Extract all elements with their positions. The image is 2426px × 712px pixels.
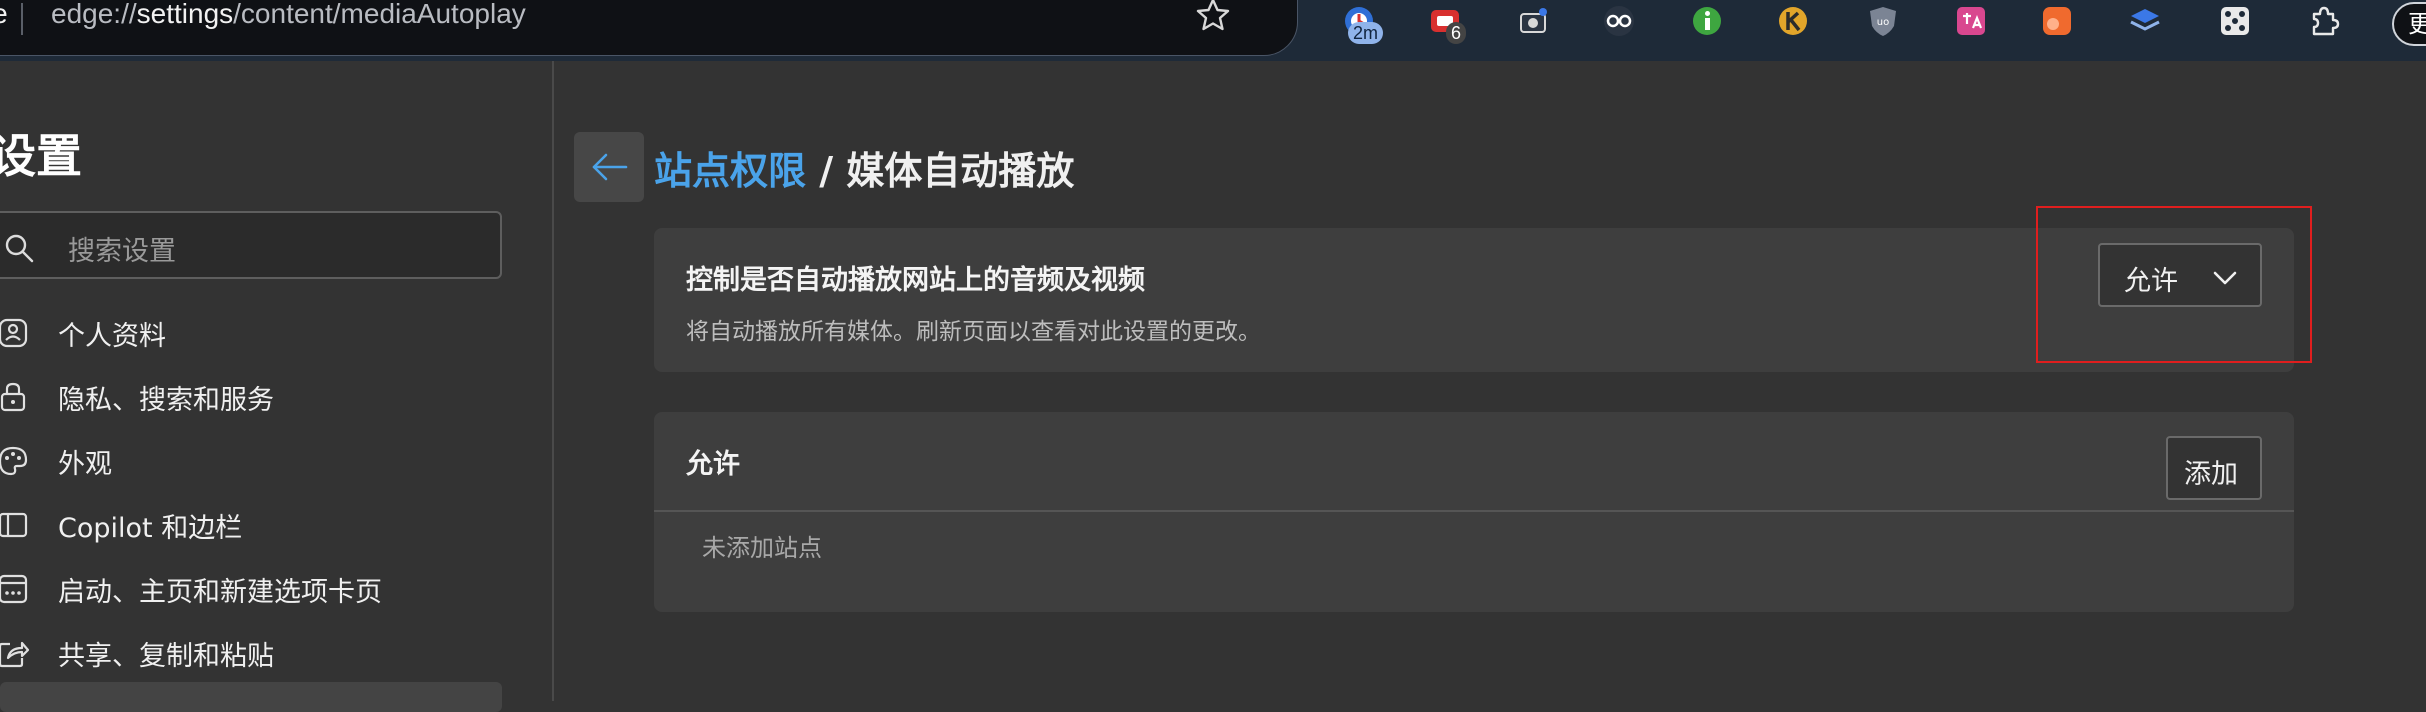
sidebar-item-label: 共享、复制和粘贴 xyxy=(58,641,274,672)
url-scheme: edge:// xyxy=(51,0,137,29)
lock-icon xyxy=(0,382,26,412)
share-icon xyxy=(0,641,30,668)
profile-icon xyxy=(0,318,28,348)
sidebar-item-copilot[interactable]: Copilot 和边栏 xyxy=(0,496,500,552)
orange-extension-icon[interactable] xyxy=(2040,4,2074,38)
allow-section-title: 允许 xyxy=(686,449,740,480)
ublock-extension-icon[interactable]: uo xyxy=(1866,4,1900,38)
svg-text:uo: uo xyxy=(1877,17,1889,28)
search-settings-input[interactable]: 搜索设置 xyxy=(0,211,502,279)
sidebar-item-startup[interactable]: 启动、主页和新建选项卡页 xyxy=(0,560,500,616)
translate-extension-icon[interactable] xyxy=(1954,4,1988,38)
startup-icon xyxy=(0,574,28,604)
breadcrumb: 站点权限 / 媒体自动播放 xyxy=(654,140,1074,195)
sidebar-item-privacy[interactable]: 隐私、搜索和服务 xyxy=(0,368,500,424)
back-button[interactable] xyxy=(574,132,644,202)
url-host: settings xyxy=(136,0,234,29)
breadcrumb-separator: / xyxy=(806,149,847,193)
empty-list-text: 未添加站点 xyxy=(702,534,822,562)
browser-name-label: dge xyxy=(0,0,8,30)
yellow-k-extension-icon[interactable] xyxy=(1776,4,1810,38)
breadcrumb-site-permissions-link[interactable]: 站点权限 xyxy=(654,149,806,193)
sidebar-item-share[interactable]: 共享、复制和粘贴 xyxy=(0,624,500,680)
sidebar-item-label: 启动、主页和新建选项卡页 xyxy=(58,577,382,608)
sidebar-item-appearance[interactable]: 外观 xyxy=(0,432,500,488)
section-divider xyxy=(654,510,2294,512)
page-title: 媒体自动播放 xyxy=(846,149,1075,193)
timer-extension-icon[interactable]: 2m xyxy=(1342,4,1384,44)
browser-toolbar: dge edge://settings/content/mediaAutopla… xyxy=(0,0,2426,61)
back-arrow-icon xyxy=(592,153,628,181)
address-bar[interactable]: dge edge://settings/content/mediaAutopla… xyxy=(0,0,1298,56)
settings-title: 设置 xyxy=(0,129,82,183)
red-extension-icon[interactable]: 6 xyxy=(1428,4,1467,44)
favorite-star-icon[interactable] xyxy=(1193,0,1233,35)
annotation-highlight-box xyxy=(2036,206,2312,363)
extension-badge: 2m xyxy=(1348,22,1384,44)
green-info-extension-icon[interactable] xyxy=(1690,4,1724,38)
puzzle-extension-icon[interactable] xyxy=(2306,4,2340,38)
sidebar-item-label: 外观 xyxy=(58,449,112,480)
dice-extension-icon[interactable] xyxy=(2218,4,2252,38)
palette-icon xyxy=(0,446,28,476)
sidebar-item-label: 隐私、搜索和服务 xyxy=(58,385,274,416)
sidebar-divider xyxy=(552,61,554,701)
sidebar-item-profile[interactable]: 个人资料 xyxy=(0,304,500,360)
sidebar-item-label: Copilot 和边栏 xyxy=(58,513,243,544)
extension-badge: 6 xyxy=(1446,22,1467,44)
setting-title: 控制是否自动播放网站上的音频及视频 xyxy=(686,265,1145,296)
sidebar-icon xyxy=(0,512,28,538)
search-icon xyxy=(5,234,34,263)
camera-extension-icon[interactable] xyxy=(1516,4,1550,38)
setting-description: 将自动播放所有媒体。刷新页面以查看对此设置的更改。 xyxy=(686,319,1261,345)
layers-extension-icon[interactable] xyxy=(2128,4,2162,38)
sidebar-item-label: 个人资料 xyxy=(58,321,166,352)
address-divider xyxy=(21,3,23,35)
search-placeholder: 搜索设置 xyxy=(68,236,176,267)
add-site-button[interactable]: 添加 xyxy=(2166,436,2262,500)
add-button-label: 添加 xyxy=(2184,459,2238,490)
allow-list-card: 允许 未添加站点 xyxy=(654,412,2294,612)
sidebar-item-selected[interactable] xyxy=(0,682,502,712)
more-menu-label: 更 xyxy=(2408,10,2426,38)
url-path: /content/mediaAutoplay xyxy=(233,0,526,29)
address-url[interactable]: edge://settings/content/mediaAutoplay xyxy=(51,0,526,30)
glasses-extension-icon[interactable] xyxy=(1602,4,1636,38)
more-menu-button[interactable]: 更 xyxy=(2392,2,2426,46)
